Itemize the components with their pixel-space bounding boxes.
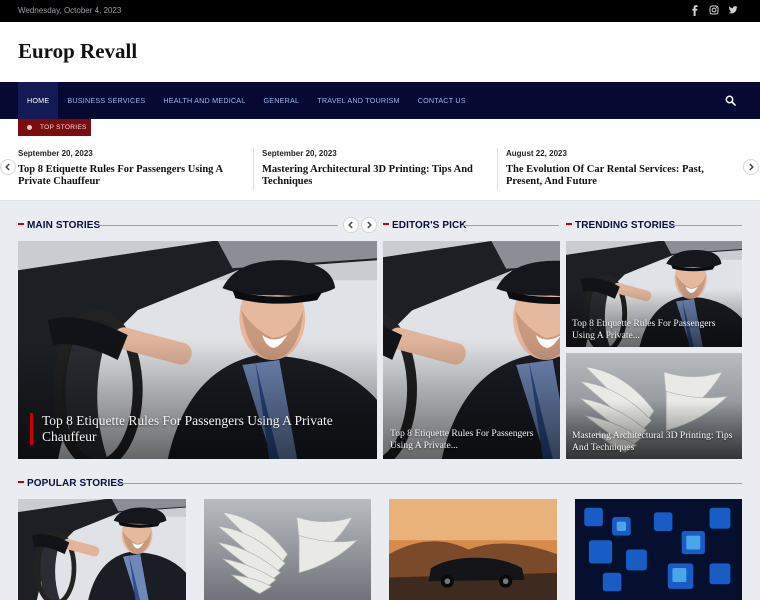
ticker-title[interactable]: The Evolution Of Car Rental Services: Pa… (506, 164, 721, 188)
nav-item-business-services[interactable]: BUSINESS SERVICES (58, 82, 154, 119)
chevron-right-icon (749, 163, 754, 171)
chauffeur-image (18, 499, 186, 600)
ticker-date: August 22, 2023 (506, 149, 567, 158)
section-rule (463, 225, 559, 226)
twitter-icon[interactable] (728, 5, 738, 16)
ticker-next-button[interactable] (743, 159, 759, 175)
nav-menu: HOME BUSINESS SERVICES HEALTH AND MEDICA… (18, 82, 475, 119)
section-title-popular-stories: POPULAR STORIES (18, 478, 124, 489)
social-links (690, 5, 738, 16)
nav-item-contact-us[interactable]: CONTACT US (409, 82, 475, 119)
main-navigation: HOME BUSINESS SERVICES HEALTH AND MEDICA… (0, 82, 760, 119)
editors-pick-card[interactable]: Top 8 Etiquette Rules For Passengers Usi… (383, 241, 560, 459)
main-story-title[interactable]: Top 8 Etiquette Rules For Passengers Usi… (42, 413, 372, 445)
ticker-item[interactable]: August 22, 2023 The Evolution Of Car Ren… (506, 149, 721, 188)
ticker-title[interactable]: Mastering Architectural 3D Printing: Tip… (262, 164, 482, 188)
section-label: TRENDING STORIES (575, 220, 676, 231)
trending-story-title[interactable]: Top 8 Etiquette Rules For Passengers Usi… (572, 318, 737, 342)
caption-accent (30, 413, 33, 445)
section-title-main-stories: MAIN STORIES (18, 220, 100, 231)
current-date: Wednesday, October 4, 2023 (18, 6, 122, 15)
nav-item-travel-and-tourism[interactable]: TRAVEL AND TOURISM (308, 82, 408, 119)
trending-story-title[interactable]: Mastering Architectural 3D Printing: Tip… (572, 430, 737, 454)
section-rule (98, 225, 338, 226)
section-rule (666, 225, 742, 226)
popular-story-card[interactable] (204, 499, 371, 600)
section-title-trending-stories: TRENDING STORIES (566, 220, 675, 231)
ticker-date: September 20, 2023 (262, 149, 337, 158)
section-dash (383, 223, 389, 226)
section-label: EDITOR'S PICK (392, 220, 467, 231)
facebook-icon[interactable] (690, 5, 700, 16)
chevron-left-icon (348, 221, 353, 229)
badge-label: TOP STORIES (40, 124, 87, 131)
section-dash (18, 223, 24, 226)
section-dash (566, 223, 572, 226)
popular-story-card[interactable] (389, 499, 557, 600)
top-bar: Wednesday, October 4, 2023 (0, 0, 760, 22)
tech-cubes-image (575, 499, 742, 600)
desert-car-image (389, 499, 557, 600)
section-label: MAIN STORIES (27, 220, 101, 231)
section-title-editors-pick: EDITOR'S PICK (383, 220, 467, 231)
badge-dot (27, 125, 32, 130)
ticker-date: September 20, 2023 (18, 149, 93, 158)
divider (497, 148, 498, 190)
editors-pick-title[interactable]: Top 8 Etiquette Rules For Passengers Usi… (390, 428, 555, 452)
nav-item-home[interactable]: HOME (18, 82, 59, 119)
main-story-card[interactable]: Top 8 Etiquette Rules For Passengers Usi… (18, 241, 377, 459)
wings-image (204, 499, 371, 600)
site-header: Europ Revall (0, 22, 760, 82)
trending-story-card[interactable]: Mastering Architectural 3D Printing: Tip… (566, 353, 742, 459)
chevron-right-icon (367, 221, 372, 229)
ticker-item[interactable]: September 20, 2023 Top 8 Etiquette Rules… (18, 149, 238, 188)
section-dash (18, 481, 24, 484)
ticker-prev-button[interactable] (0, 159, 16, 175)
search-icon[interactable] (725, 95, 736, 106)
chevron-left-icon (5, 163, 10, 171)
popular-story-card[interactable] (18, 499, 186, 600)
site-title[interactable]: Europ Revall (18, 39, 137, 64)
ticker-title[interactable]: Top 8 Etiquette Rules For Passengers Usi… (18, 164, 238, 188)
instagram-icon[interactable] (709, 5, 719, 16)
section-rule (116, 483, 742, 484)
section-label: POPULAR STORIES (27, 478, 124, 489)
nav-item-general[interactable]: GENERAL (255, 82, 309, 119)
trending-story-card[interactable]: Top 8 Etiquette Rules For Passengers Usi… (566, 241, 742, 347)
top-stories-badge: TOP STORIES (18, 119, 91, 136)
ticker-item[interactable]: September 20, 2023 Mastering Architectur… (262, 149, 482, 188)
top-stories-ticker: TOP STORIES September 20, 2023 Top 8 Eti… (0, 119, 760, 201)
popular-story-card[interactable] (575, 499, 742, 600)
nav-item-health-and-medical[interactable]: HEALTH AND MEDICAL (154, 82, 254, 119)
main-stories-prev-button[interactable] (343, 217, 359, 233)
main-stories-next-button[interactable] (361, 217, 377, 233)
divider (253, 148, 254, 190)
